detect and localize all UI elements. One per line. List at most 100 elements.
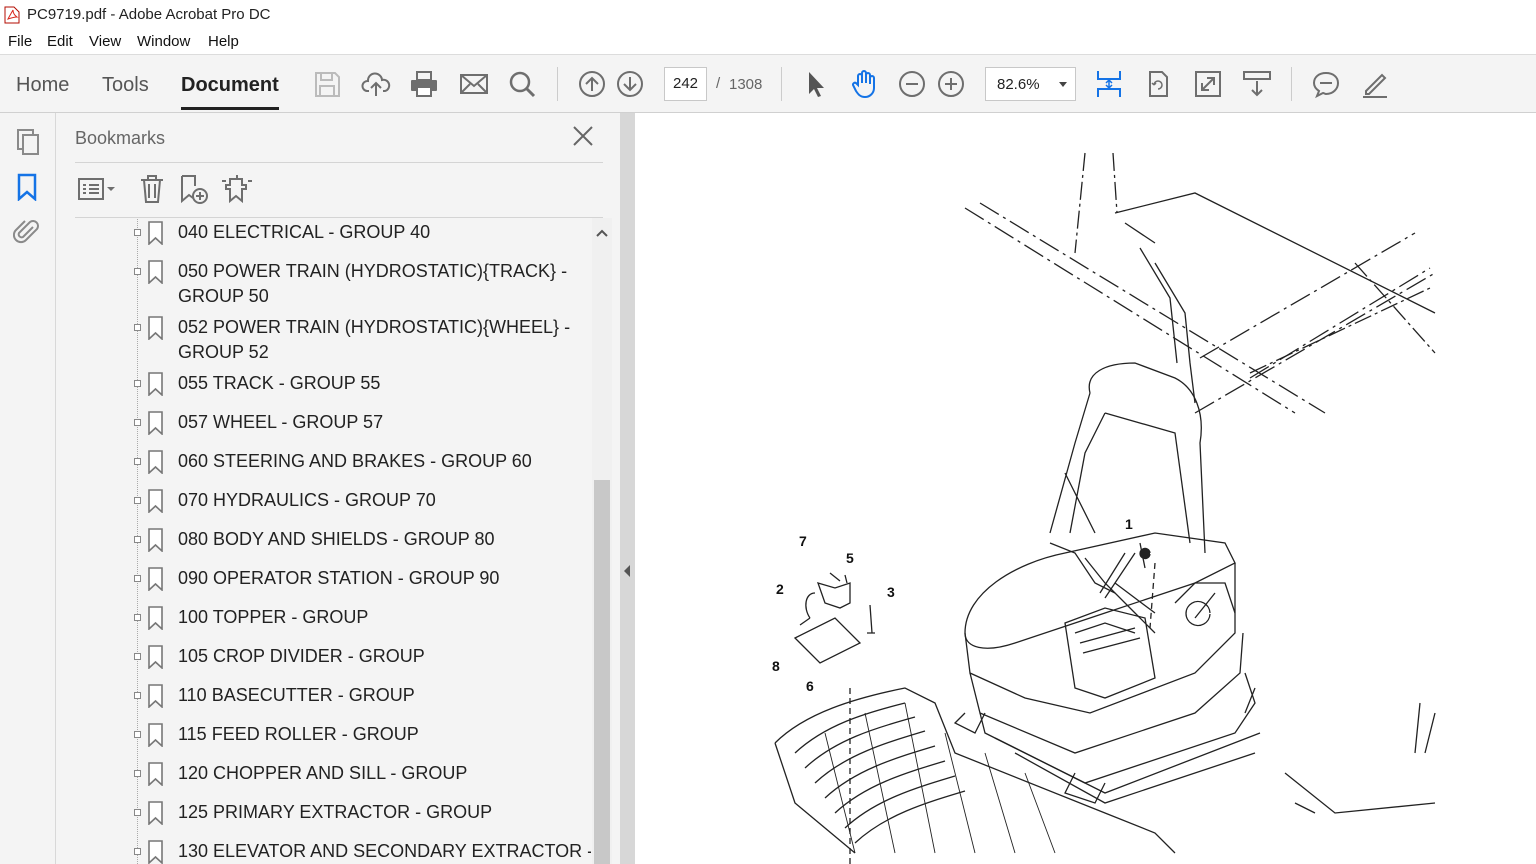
zoom-out-icon[interactable]	[897, 69, 927, 99]
bookmark-icon	[148, 567, 163, 591]
bookmark-label: 070 HYDRAULICS - GROUP 70	[178, 490, 436, 510]
save-icon[interactable]	[312, 69, 342, 99]
menu-bar: File Edit View Window Help	[0, 30, 1536, 54]
expand-toggle[interactable]	[134, 848, 141, 855]
bookmark-label: 120 CHOPPER AND SILL - GROUP	[178, 763, 468, 783]
highlight-pen-icon[interactable]	[1360, 69, 1390, 99]
expand-toggle[interactable]	[134, 809, 141, 816]
bookmark-label: 115 FEED ROLLER - GROUP	[178, 724, 419, 744]
toolbar-divider	[1291, 67, 1292, 101]
bookmark-icon	[148, 762, 163, 786]
bookmarks-scrollbar[interactable]	[592, 218, 612, 864]
menu-edit[interactable]: Edit	[47, 33, 73, 50]
pdf-file-icon	[4, 6, 20, 24]
delete-trash-icon[interactable]	[138, 173, 166, 205]
select-pointer-icon[interactable]	[801, 69, 831, 99]
full-screen-icon[interactable]	[1193, 69, 1223, 99]
bookmark-label: 040 ELECTRICAL - GROUP 40	[178, 222, 431, 242]
bookmark-icon	[148, 411, 163, 435]
options-list-icon[interactable]	[77, 173, 117, 205]
expand-toggle[interactable]	[134, 575, 141, 582]
menu-file[interactable]: File	[8, 33, 32, 50]
comment-icon[interactable]	[1311, 69, 1341, 99]
expand-toggle[interactable]	[134, 229, 141, 236]
scrollbar-thumb[interactable]	[594, 480, 610, 864]
print-icon[interactable]	[409, 69, 439, 99]
expand-toggle[interactable]	[134, 770, 141, 777]
expand-toggle[interactable]	[134, 497, 141, 504]
bookmarks-tree: 040 ELECTRICAL - GROUP 40 050 POWER TRAI…	[75, 219, 591, 864]
bookmark-icon	[148, 316, 163, 340]
bookmarks-icon[interactable]	[16, 173, 38, 201]
machine-drawing	[774, 152, 1436, 864]
bookmark-label: 090 OPERATOR STATION - GROUP 90	[178, 568, 500, 588]
callout-7: 7	[799, 533, 807, 549]
callout-2: 2	[776, 581, 784, 597]
collapse-panel-arrow-icon[interactable]	[624, 565, 630, 577]
read-mode-icon[interactable]	[1242, 69, 1272, 99]
expand-toggle[interactable]	[134, 268, 141, 275]
window-title: PC9719.pdf - Adobe Acrobat Pro DC	[27, 6, 271, 23]
bookmark-icon	[148, 221, 163, 245]
bookmark-icon	[148, 450, 163, 474]
bookmark-label: 060 STEERING AND BRAKES - GROUP 60	[178, 451, 532, 471]
zoom-in-icon[interactable]	[936, 69, 966, 99]
close-icon[interactable]	[572, 125, 594, 147]
panel-divider	[75, 217, 603, 218]
tab-tools[interactable]: Tools	[102, 74, 149, 97]
bookmark-icon	[148, 840, 163, 864]
menu-window[interactable]: Window	[137, 33, 190, 50]
page-separator: /	[716, 75, 721, 92]
bookmark-label: 105 CROP DIVIDER - GROUP	[178, 646, 425, 666]
new-bookmark-icon[interactable]	[178, 173, 210, 205]
page-thumbnails-icon[interactable]	[15, 128, 41, 156]
expand-toggle[interactable]	[134, 380, 141, 387]
bookmark-label: 110 BASECUTTER - GROUP	[178, 685, 415, 705]
expand-toggle[interactable]	[134, 419, 141, 426]
scrolling-mode-icon[interactable]	[1094, 69, 1124, 99]
expand-toggle[interactable]	[134, 653, 141, 660]
previous-page-icon[interactable]	[577, 69, 607, 99]
callout-5: 5	[846, 550, 854, 566]
rotate-page-icon[interactable]	[1143, 69, 1173, 99]
bookmark-label: 050 POWER TRAIN (HYDROSTATIC){TRACK} -	[178, 261, 568, 281]
bookmark-label: 052 POWER TRAIN (HYDROSTATIC){WHEEL} -	[178, 317, 571, 337]
expand-toggle[interactable]	[134, 692, 141, 699]
bookmark-from-structure-icon[interactable]	[220, 173, 254, 205]
hand-tool-icon[interactable]	[849, 69, 879, 99]
bookmark-icon	[148, 684, 163, 708]
chevron-down-icon	[1059, 82, 1067, 87]
mail-icon[interactable]	[459, 69, 489, 99]
menu-view[interactable]: View	[89, 33, 121, 50]
callout-6: 6	[806, 678, 814, 694]
tab-home[interactable]: Home	[16, 74, 69, 97]
bookmark-label: 125 PRIMARY EXTRACTOR - GROUP	[178, 802, 493, 822]
search-icon[interactable]	[507, 69, 537, 99]
document-view[interactable]: 1 2 3 5 6 7 8	[635, 113, 1536, 864]
panel-splitter[interactable]	[620, 113, 635, 864]
expand-toggle[interactable]	[134, 731, 141, 738]
bookmark-icon	[148, 723, 163, 747]
bookmark-icon	[148, 260, 163, 284]
bookmark-label: GROUP 52	[178, 342, 269, 362]
zoom-level-value: 82.6%	[997, 76, 1040, 93]
attachments-paperclip-icon[interactable]	[13, 217, 41, 245]
next-page-icon[interactable]	[615, 69, 645, 99]
tab-document[interactable]: Document	[181, 74, 279, 110]
zoom-level-select[interactable]: 82.6%	[985, 67, 1076, 101]
upload-cloud-icon[interactable]	[361, 69, 391, 99]
expand-toggle[interactable]	[134, 324, 141, 331]
bookmark-icon	[148, 606, 163, 630]
page-number-input[interactable]: 242	[664, 67, 707, 101]
callout-3: 3	[887, 584, 895, 600]
bookmark-icon	[148, 801, 163, 825]
expand-toggle[interactable]	[134, 536, 141, 543]
parts-diagram: 1 2 3 5 6 7 8	[772, 152, 1436, 864]
navigation-rail	[0, 113, 56, 864]
expand-toggle[interactable]	[134, 458, 141, 465]
callout-labels: 1 2 3 5 6 7 8	[772, 516, 1133, 694]
chevron-up-icon[interactable]	[595, 228, 609, 238]
menu-help[interactable]: Help	[208, 33, 239, 50]
expand-toggle[interactable]	[134, 614, 141, 621]
callout-1: 1	[1125, 516, 1133, 532]
